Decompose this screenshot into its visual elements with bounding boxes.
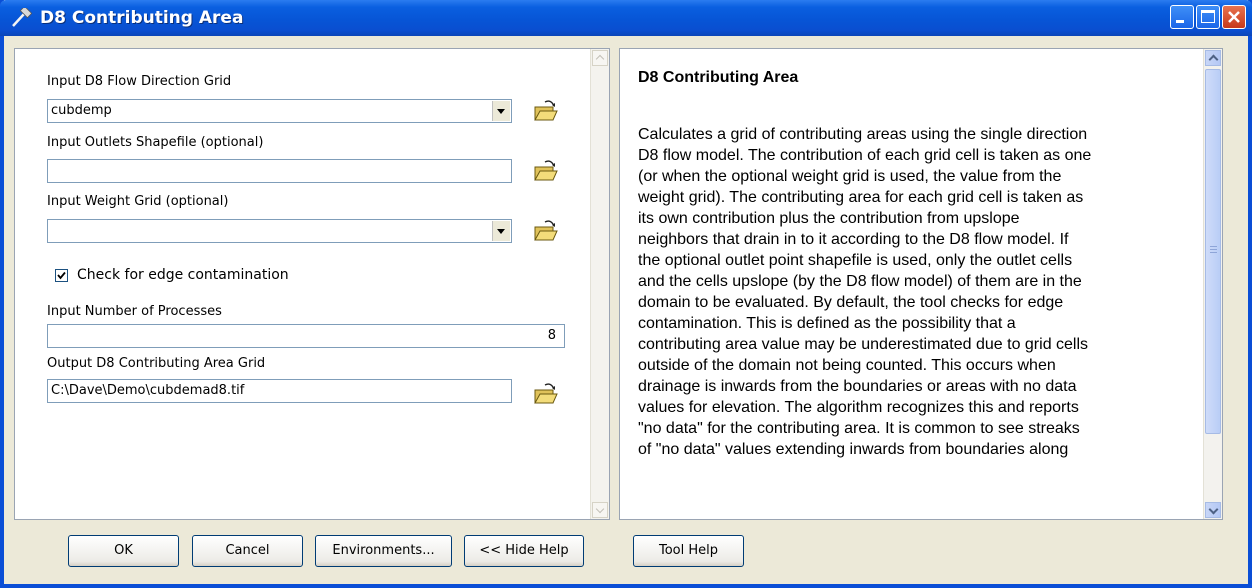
hide-help-button[interactable]: << Hide Help — [464, 535, 584, 567]
tool-help-button[interactable]: Tool Help — [633, 535, 744, 567]
ok-button[interactable]: OK — [68, 535, 179, 567]
help-line: the optional outlet point shapefile is u… — [638, 252, 1073, 269]
help-line: neighbors that drain in to it according … — [638, 231, 1069, 248]
help-line: domain to be evaluated. By default, the … — [638, 294, 1064, 311]
help-line: outside of the domain not being counted.… — [638, 357, 1056, 374]
open-folder-icon[interactable] — [531, 158, 559, 184]
help-line: (or when the optional weight grid is use… — [638, 168, 1062, 185]
help-line: its own contribution plus the contributi… — [638, 210, 1020, 227]
help-body: Calculates a grid of contributing areas … — [638, 124, 1208, 460]
processes-label: Input Number of Processes — [47, 304, 222, 319]
flow-dir-combo[interactable]: cubdemp — [47, 99, 512, 123]
flow-dir-value: cubdemp — [51, 103, 112, 118]
outlets-label: Input Outlets Shapefile (optional) — [47, 135, 264, 150]
scroll-down-icon[interactable] — [1205, 502, 1221, 518]
help-panel: D8 Contributing Area Calculates a grid o… — [619, 48, 1223, 520]
maximize-button[interactable] — [1196, 5, 1220, 29]
processes-input[interactable]: 8 — [47, 324, 565, 348]
parameters-panel: Input D8 Flow Direction Grid cubdemp Inp… — [14, 48, 610, 520]
checkmark-icon — [57, 271, 66, 280]
weight-combo[interactable] — [47, 219, 512, 243]
help-line: "no data" for the contributing area. It … — [638, 420, 1080, 437]
flow-dir-label: Input D8 Flow Direction Grid — [47, 74, 232, 89]
help-line: D8 flow model. The contribution of each … — [638, 147, 1092, 164]
open-folder-icon[interactable] — [531, 98, 559, 124]
open-folder-icon[interactable] — [531, 381, 559, 407]
weight-label: Input Weight Grid (optional) — [47, 194, 229, 209]
scroll-up-icon[interactable] — [1205, 50, 1221, 66]
help-line: weight grid). The contributing area for … — [638, 189, 1084, 206]
cancel-button[interactable]: Cancel — [192, 535, 303, 567]
help-line: and the cells upslope (by the D8 flow mo… — [638, 273, 1082, 290]
edge-contamination-checkbox[interactable] — [55, 269, 68, 282]
help-line: drainage is inwards from the boundaries … — [638, 378, 1077, 395]
help-line: values for elevation. The algorithm reco… — [638, 399, 1079, 416]
scroll-down-icon[interactable] — [592, 502, 608, 518]
help-line: Calculates a grid of contributing areas … — [638, 126, 1088, 143]
close-icon — [1228, 11, 1240, 23]
scroll-up-icon[interactable] — [592, 50, 608, 66]
help-title: D8 Contributing Area — [638, 69, 799, 86]
outlets-input[interactable] — [47, 159, 512, 183]
title-bar[interactable]: D8 Contributing Area — [0, 0, 1252, 36]
environments-button[interactable]: Environments... — [315, 535, 452, 567]
minimize-button[interactable] — [1170, 5, 1194, 29]
edge-contamination-label[interactable]: Check for edge contamination — [77, 267, 289, 283]
help-line: contributing area value may be underesti… — [638, 336, 1089, 353]
window-title: D8 Contributing Area — [40, 8, 244, 28]
help-line: of "no data" values extending inwards fr… — [638, 441, 1069, 458]
chevron-down-icon[interactable] — [492, 221, 510, 241]
parameters-scrollbar[interactable] — [590, 49, 609, 519]
output-input[interactable]: C:\Dave\Demo\cubdemad8.tif — [47, 379, 512, 403]
open-folder-icon[interactable] — [531, 218, 559, 244]
help-line: contamination. This is defined as the po… — [638, 315, 1016, 332]
scroll-thumb[interactable] — [1205, 69, 1221, 434]
chevron-down-icon[interactable] — [492, 101, 510, 121]
help-scrollbar[interactable] — [1203, 49, 1222, 519]
output-label: Output D8 Contributing Area Grid — [47, 356, 266, 371]
close-button[interactable] — [1222, 5, 1246, 29]
hammer-icon — [12, 8, 32, 27]
